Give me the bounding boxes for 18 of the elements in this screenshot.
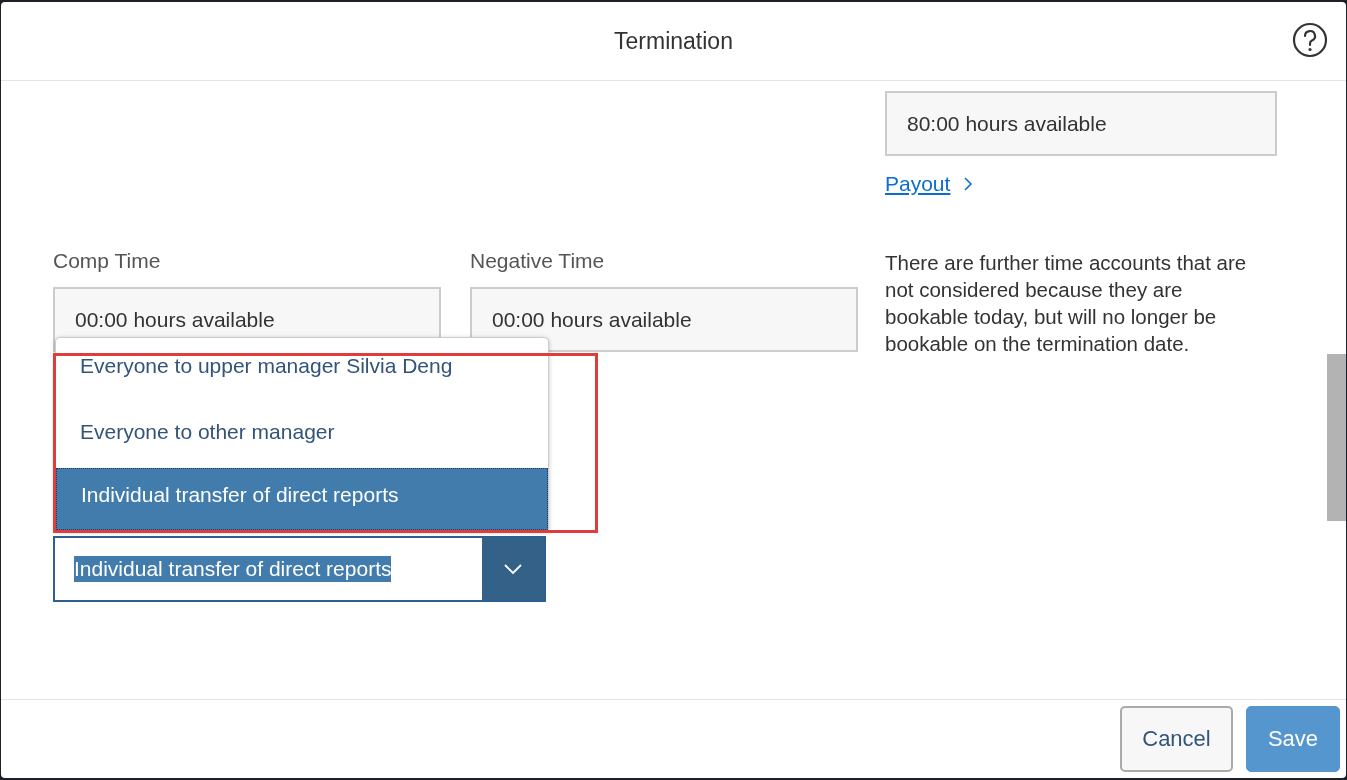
help-icon[interactable]: [1292, 22, 1328, 58]
dropdown-option[interactable]: Individual transfer of direct reports: [56, 468, 548, 530]
transfer-select[interactable]: Individual transfer of direct reports: [53, 536, 546, 602]
field-label: Comp Time: [53, 249, 162, 273]
chevron-right-icon: [962, 176, 973, 192]
hours-field: 80:00 hours available: [885, 91, 1277, 156]
info-text: There are further time accounts that are not considered because they are bookable today, but will no longer be bookable on the termination date.: [885, 250, 1248, 357]
cancel-button[interactable]: Cancel: [1120, 706, 1233, 772]
save-button[interactable]: Save: [1246, 706, 1340, 772]
chevron-down-icon: [503, 563, 523, 575]
payout-link[interactable]: Payout: [885, 172, 951, 196]
select-value: Individual transfer of direct reports: [74, 556, 392, 582]
scrollbar-thumb[interactable]: [1327, 354, 1346, 521]
dropdown-option[interactable]: Everyone to other manager: [56, 402, 548, 468]
field-label: Negative Time: [470, 249, 606, 273]
hours-field: 00:00 hours available: [470, 287, 858, 352]
dropdown-arrow-button[interactable]: [482, 538, 544, 600]
dialog-title: Termination: [614, 27, 733, 55]
